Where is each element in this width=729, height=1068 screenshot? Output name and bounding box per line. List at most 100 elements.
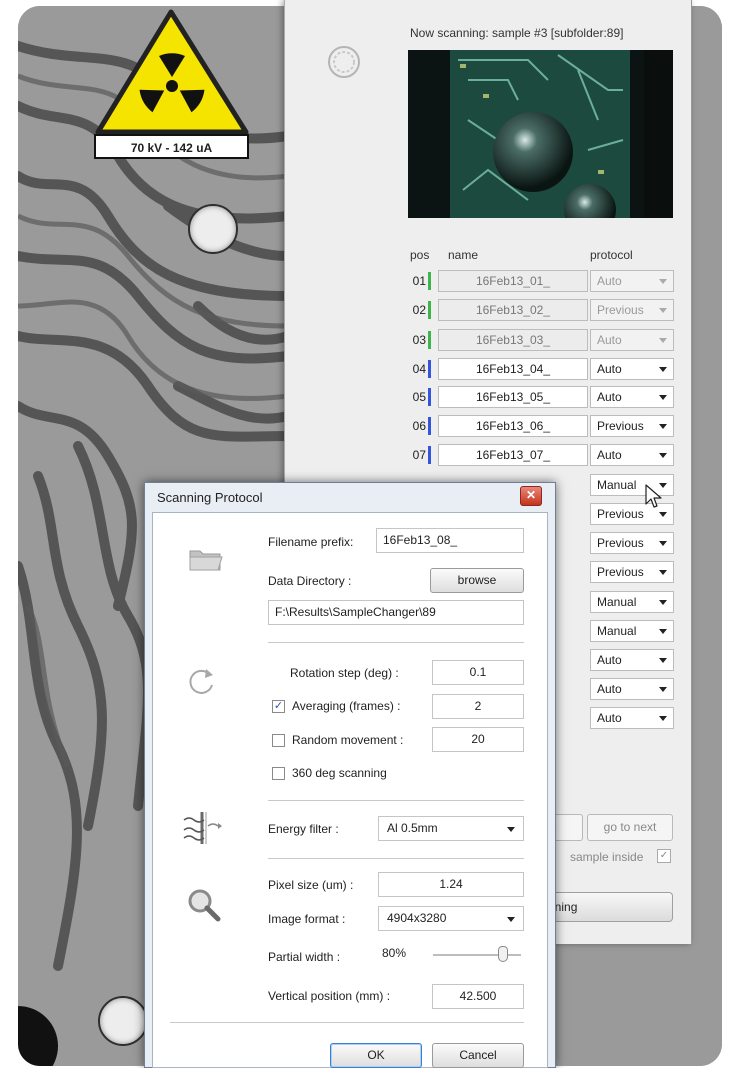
sample-pos: 01 <box>412 274 426 288</box>
sample-protocol-select[interactable]: Auto <box>590 678 674 700</box>
partial-width-slider-thumb[interactable] <box>498 946 509 962</box>
sample-protocol-value: Auto <box>597 274 622 288</box>
sample-row: 01 16Feb13_01_ Auto <box>406 270 674 292</box>
sample-pos: 04 <box>412 362 426 376</box>
column-header-pos: pos <box>410 248 430 262</box>
magnifier-icon <box>188 889 221 922</box>
sample-protocol-value: Auto <box>597 390 622 404</box>
sample-name-input[interactable]: 16Feb13_03_ <box>438 329 588 351</box>
sample-protocol-value: Previous <box>597 419 644 433</box>
chevron-down-icon <box>659 687 667 692</box>
sample-name-input[interactable]: 16Feb13_04_ <box>438 358 588 380</box>
section-separator <box>268 800 524 801</box>
averaging-label: Averaging (frames) : <box>292 699 401 713</box>
sample-protocol-select[interactable]: Auto <box>590 270 674 292</box>
sample-status-marker <box>428 388 431 406</box>
chevron-down-icon <box>659 600 667 605</box>
browse-button[interactable]: browse <box>430 568 524 593</box>
energy-filter-select[interactable]: Al 0.5mm <box>378 816 524 841</box>
scan-360-checkbox[interactable] <box>272 767 285 780</box>
sample-row: 07 16Feb13_07_ Auto <box>406 444 674 466</box>
sample-name-input[interactable]: 16Feb13_02_ <box>438 299 588 321</box>
sample-ring-icon <box>328 46 360 78</box>
sample-protocol-value: Auto <box>597 711 622 725</box>
sample-row: 04 16Feb13_04_ Auto <box>406 358 674 380</box>
data-directory-input[interactable]: F:\Results\SampleChanger\89 <box>268 600 524 625</box>
rotation-step-label: Rotation step (deg) : <box>290 666 399 680</box>
sample-protocol-select[interactable]: Manual <box>590 620 674 642</box>
sample-protocol-value: Previous <box>597 303 644 317</box>
sample-inside-checkbox[interactable]: ✓ <box>657 849 671 863</box>
sample-protocol-select[interactable]: Auto <box>590 444 674 466</box>
sample-protocol-select[interactable]: Previous <box>590 561 674 583</box>
sample-inside-label: sample inside <box>570 850 644 864</box>
sample-status-marker <box>428 446 431 464</box>
sample-name-input[interactable]: 16Feb13_07_ <box>438 444 588 466</box>
sample-protocol-select[interactable]: Auto <box>590 386 674 408</box>
chevron-down-icon <box>659 716 667 721</box>
sample-protocol-select[interactable]: Auto <box>590 649 674 671</box>
averaging-checkbox[interactable]: ✓ <box>272 700 285 713</box>
sample-protocol-select[interactable]: Auto <box>590 329 674 351</box>
folder-icon <box>189 550 223 571</box>
sample-name-input[interactable]: 16Feb13_05_ <box>438 386 588 408</box>
sample-protocol-value: Auto <box>597 682 622 696</box>
start-scanning-button[interactable]: nning <box>544 892 673 922</box>
cancel-button[interactable]: Cancel <box>432 1043 524 1068</box>
vertical-position-input[interactable]: 42.500 <box>432 984 524 1009</box>
filename-prefix-input[interactable]: 16Feb13_08_ <box>376 528 524 553</box>
sample-protocol-value: Auto <box>597 362 622 376</box>
sample-protocol-select[interactable]: Manual <box>590 591 674 613</box>
sample-row: 06 16Feb13_06_ Previous <box>406 415 674 437</box>
scan-360-label: 360 deg scanning <box>292 766 387 780</box>
chevron-down-icon <box>507 917 515 922</box>
sample-holder-hole <box>188 204 238 254</box>
ok-button[interactable]: OK <box>330 1043 422 1068</box>
sample-protocol-value: Manual <box>597 595 637 609</box>
random-movement-checkbox[interactable] <box>272 734 285 747</box>
chevron-down-icon <box>659 629 667 634</box>
pixel-size-label: Pixel size (um) : <box>268 878 354 892</box>
chevron-down-icon <box>659 658 667 663</box>
random-movement-input[interactable]: 20 <box>432 727 524 752</box>
chevron-down-icon <box>659 279 667 284</box>
sample-protocol-select[interactable]: Auto <box>590 358 674 380</box>
sample-protocol-select[interactable]: Previous <box>590 299 674 321</box>
sample-holder-hole <box>98 996 148 1046</box>
sample-protocol-select[interactable]: Previous <box>590 415 674 437</box>
rotation-step-input[interactable]: 0.1 <box>432 660 524 685</box>
sample-protocol-value: Auto <box>597 448 622 462</box>
sample-row: 05 16Feb13_05_ Auto <box>406 386 674 408</box>
chevron-down-icon <box>659 541 667 546</box>
sample-name-input[interactable]: 16Feb13_06_ <box>438 415 588 437</box>
data-directory-label: Data Directory : <box>268 574 352 588</box>
sample-name-input[interactable]: 16Feb13_01_ <box>438 270 588 292</box>
chevron-down-icon <box>659 308 667 313</box>
sample-protocol-select[interactable]: Previous <box>590 532 674 554</box>
energy-filter-icon <box>183 812 222 844</box>
energy-filter-label: Energy filter : <box>268 822 339 836</box>
chevron-down-icon <box>659 367 667 372</box>
image-format-label: Image format : <box>268 912 346 926</box>
now-scanning-text: Now scanning: sample #3 [subfolder:89] <box>410 26 624 40</box>
dialog-title: Scanning Protocol <box>157 490 263 505</box>
vertical-position-label: Vertical position (mm) : <box>268 989 391 1003</box>
sample-status-marker <box>428 301 431 319</box>
pixel-size-input[interactable]: 1.24 <box>378 872 524 897</box>
sample-pos: 03 <box>412 333 426 347</box>
image-format-select[interactable]: 4904x3280 <box>378 906 524 931</box>
sample-protocol-select[interactable]: Auto <box>590 707 674 729</box>
image-format-value: 4904x3280 <box>387 911 447 925</box>
close-icon[interactable]: ✕ <box>520 486 542 506</box>
random-movement-label: Random movement : <box>292 733 404 747</box>
chevron-down-icon <box>659 338 667 343</box>
sample-pos: 05 <box>412 390 426 404</box>
sample-protocol-value: Manual <box>597 624 637 638</box>
averaging-input[interactable]: 2 <box>432 694 524 719</box>
partial-width-value: 80% <box>382 946 407 960</box>
go-to-next-button[interactable]: go to next <box>587 814 673 841</box>
sample-status-marker <box>428 360 431 378</box>
section-separator <box>170 1022 524 1023</box>
filename-prefix-label: Filename prefix: <box>268 535 354 549</box>
sample-protocol-value: Previous <box>597 565 644 579</box>
